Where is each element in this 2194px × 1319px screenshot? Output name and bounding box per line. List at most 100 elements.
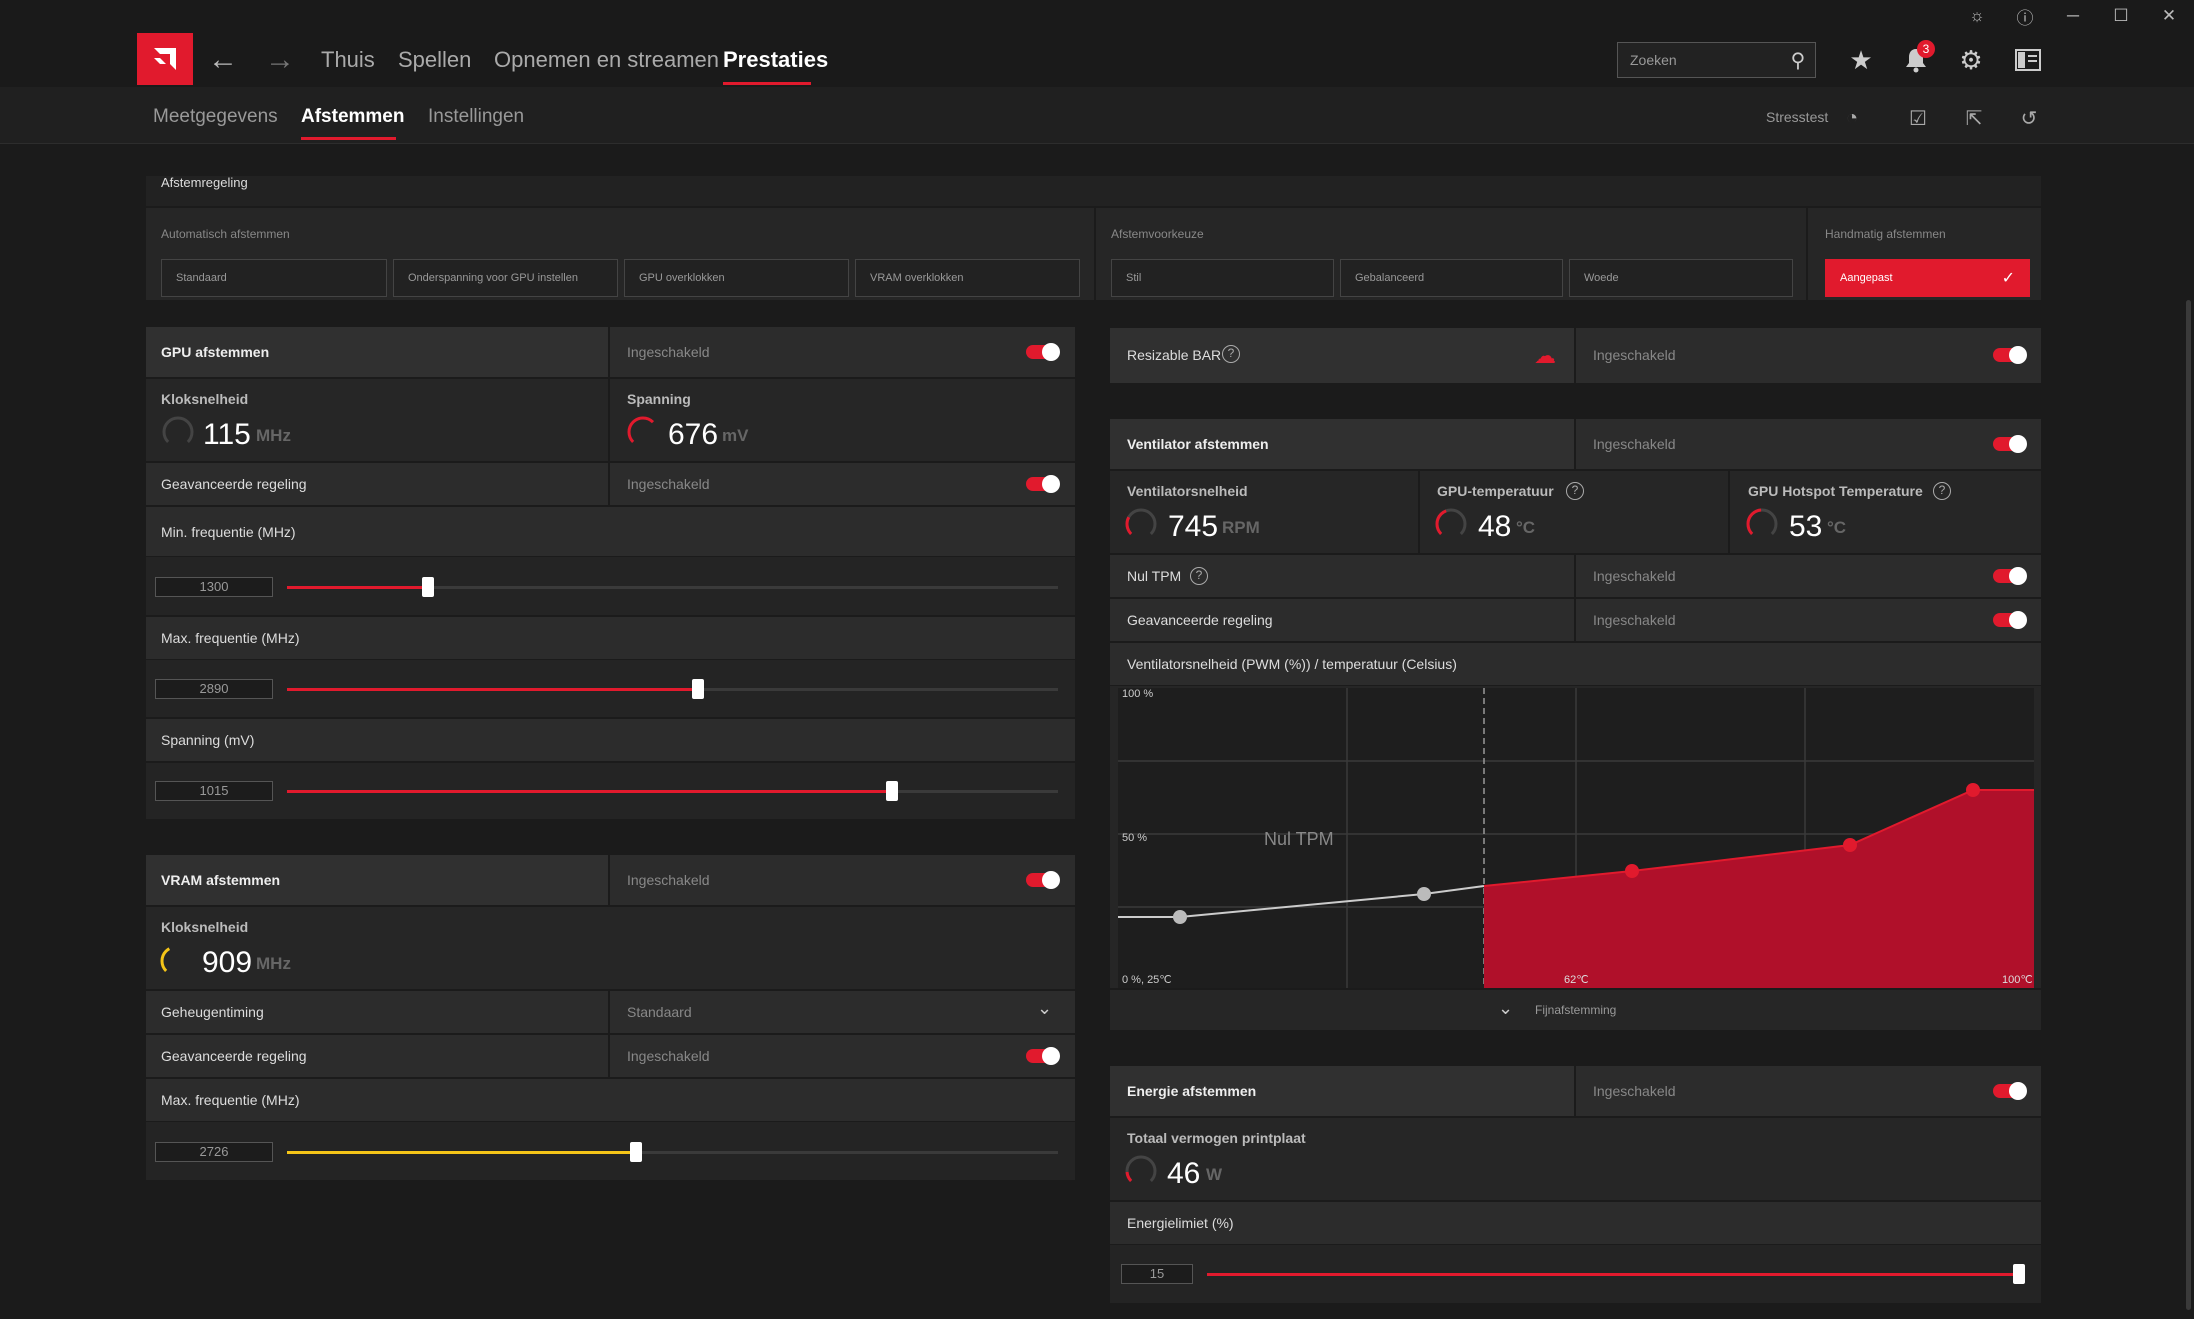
gpu-voltage-slider-label: Spanning (mV)	[161, 732, 255, 748]
fan-curve-origin-label: 0 %, 25℃	[1122, 974, 1172, 986]
amd-logo[interactable]	[137, 33, 193, 85]
fine-tune-label[interactable]: Fijnafstemming	[1535, 1003, 1616, 1017]
fan-curve-point[interactable]	[1173, 910, 1187, 924]
vram-clock-gauge-icon	[160, 945, 192, 977]
vram-max-freq-slider[interactable]	[287, 1142, 1058, 1162]
tab-afstemmen[interactable]: Afstemmen	[301, 106, 404, 128]
stress-test-gauge-icon[interactable]: ◔	[1838, 104, 1866, 132]
close-icon[interactable]: ✕	[2146, 0, 2192, 32]
fan-tuning-toggle[interactable]	[1993, 435, 2027, 453]
preset-gpu-overclock-button[interactable]: GPU overklokken	[624, 259, 849, 297]
zero-rpm-toggle[interactable]	[1993, 567, 2027, 585]
gpu-voltage-slider[interactable]	[287, 781, 1058, 801]
fan-curve-point[interactable]	[1417, 887, 1431, 901]
preset-undervolt-button[interactable]: Onderspanning voor GPU instellen	[393, 259, 618, 297]
gpu-advanced-label: Geavanceerde regeling	[161, 476, 307, 492]
gpu-clock-value: 115	[203, 418, 251, 451]
tab-meetgegevens[interactable]: Meetgegevens	[153, 106, 278, 128]
resizable-bar-status: Ingeschakeld	[1593, 347, 1676, 363]
fan-curve-title: Ventilatorsnelheid (PWM (%)) / temperatu…	[1127, 656, 1457, 672]
gpu-voltage-value: 676	[668, 418, 719, 451]
search-icon[interactable]: ⚲	[1780, 42, 1816, 78]
vram-clock-label: Kloksnelheid	[161, 919, 249, 935]
preset-standaard-button[interactable]: Standaard	[161, 259, 387, 297]
tuning-control-title: Afstemregeling	[161, 175, 248, 190]
help-icon[interactable]: ?	[1222, 345, 1240, 363]
fan-speed-unit: RPM	[1222, 518, 1260, 537]
tab-prestaties[interactable]: Prestaties	[723, 47, 828, 73]
gpu-hotspot-label: GPU Hotspot Temperature	[1748, 483, 1923, 499]
help-icon[interactable]: ?	[1566, 482, 1584, 500]
fan-curve-x-max-label: 100℃	[2002, 974, 2033, 986]
fan-tuning-title: Ventilator afstemmen	[1127, 436, 1269, 452]
vram-timing-value: Standaard	[627, 1004, 692, 1020]
preset-vram-overclock-button[interactable]: VRAM overklokken	[855, 259, 1080, 297]
sidebar-layout-icon[interactable]	[2010, 42, 2046, 78]
board-power-gauge-icon	[1125, 1155, 1157, 1187]
gpu-max-freq-label: Max. frequentie (MHz)	[161, 630, 300, 646]
gpu-max-freq-input[interactable]: 2890	[155, 679, 273, 699]
gpu-min-freq-slider[interactable]	[287, 577, 1058, 597]
vram-tuning-title: VRAM afstemmen	[161, 872, 281, 888]
chevron-down-icon[interactable]: ⌄	[1498, 998, 1513, 1019]
tab-thuis[interactable]: Thuis	[321, 47, 375, 73]
preference-woede-button[interactable]: Woede	[1569, 259, 1793, 297]
help-icon[interactable]: ?	[1190, 567, 1208, 585]
gpu-tuning-title: GPU afstemmen	[161, 344, 270, 360]
settings-gear-icon[interactable]: ⚙	[1953, 42, 1989, 78]
gpu-tuning-toggle[interactable]	[1026, 343, 1060, 361]
help-icon[interactable]: ⓘ	[2002, 0, 2048, 32]
vram-tuning-toggle[interactable]	[1026, 871, 1060, 889]
gpu-voltage-input[interactable]: 1015	[155, 781, 273, 801]
gpu-temperature-label: GPU-temperatuur	[1437, 483, 1554, 499]
gpu-clock-unit: MHz	[256, 426, 291, 445]
vram-max-freq-thumb[interactable]	[630, 1142, 643, 1162]
vram-advanced-toggle[interactable]	[1026, 1047, 1060, 1065]
back-arrow-icon[interactable]: ←	[208, 40, 238, 80]
manual-aangepast-button[interactable]: Aangepast ✓	[1825, 259, 2030, 297]
minimize-icon[interactable]: ─	[2050, 0, 2096, 32]
fan-advanced-toggle[interactable]	[1993, 611, 2027, 629]
scrollbar[interactable]	[2186, 300, 2191, 1310]
fan-curve-x-mid-label: 62℃	[1564, 974, 1589, 986]
fan-curve-chart[interactable]	[1118, 688, 2034, 988]
power-limit-slider[interactable]	[1207, 1264, 2025, 1284]
stress-test-label[interactable]: Stresstest	[1766, 109, 1828, 125]
tab-spellen[interactable]: Spellen	[398, 47, 471, 73]
gpu-min-freq-fill	[287, 586, 429, 589]
gpu-voltage-label: Spanning	[627, 391, 691, 407]
resizable-bar-toggle[interactable]	[1993, 346, 2027, 364]
gpu-min-freq-input[interactable]: 1300	[155, 577, 273, 597]
fan-curve-point[interactable]	[1843, 838, 1857, 852]
maximize-icon[interactable]: ☐	[2098, 0, 2144, 32]
vram-max-freq-input[interactable]: 2726	[155, 1142, 273, 1162]
power-limit-fill	[1207, 1273, 2019, 1276]
tab-instellingen[interactable]: Instellingen	[428, 106, 524, 128]
help-icon[interactable]: ?	[1933, 482, 1951, 500]
chevron-down-icon: ⌄	[1037, 998, 1053, 1018]
export-icon[interactable]: ⇱	[1960, 104, 1988, 132]
power-limit-input[interactable]: 15	[1121, 1264, 1193, 1284]
reset-icon[interactable]: ↺	[2015, 104, 2043, 132]
fan-curve-y-mid-label: 50 %	[1122, 832, 1148, 844]
favorites-star-icon[interactable]: ★	[1843, 42, 1879, 78]
fan-curve-point[interactable]	[1625, 864, 1639, 878]
gpu-hotspot-value: 53	[1789, 510, 1823, 543]
gpu-advanced-toggle[interactable]	[1026, 475, 1060, 493]
fan-curve-point[interactable]	[1966, 783, 1980, 797]
preference-gebalanceerd-button[interactable]: Gebalanceerd	[1340, 259, 1563, 297]
gpu-voltage-thumb[interactable]	[886, 781, 899, 801]
save-profile-icon[interactable]: ☑	[1904, 104, 1932, 132]
fan-speed-value: 745	[1168, 510, 1219, 543]
forward-arrow-icon[interactable]: →	[265, 40, 295, 80]
gpu-min-freq-thumb[interactable]	[422, 577, 435, 597]
preference-stil-button[interactable]: Stil	[1111, 259, 1334, 297]
gpu-max-freq-thumb[interactable]	[691, 679, 704, 699]
power-tuning-toggle[interactable]	[1993, 1082, 2027, 1100]
gpu-max-freq-slider[interactable]	[287, 679, 1058, 699]
checkmark-icon: ✓	[2001, 270, 2015, 287]
tab-opnemen-en-streamen[interactable]: Opnemen en streamen	[494, 47, 719, 73]
gpu-hotspot-gauge-icon	[1746, 508, 1778, 540]
bug-report-icon[interactable]: ☼	[1954, 0, 2000, 32]
power-limit-thumb[interactable]	[2013, 1264, 2025, 1284]
